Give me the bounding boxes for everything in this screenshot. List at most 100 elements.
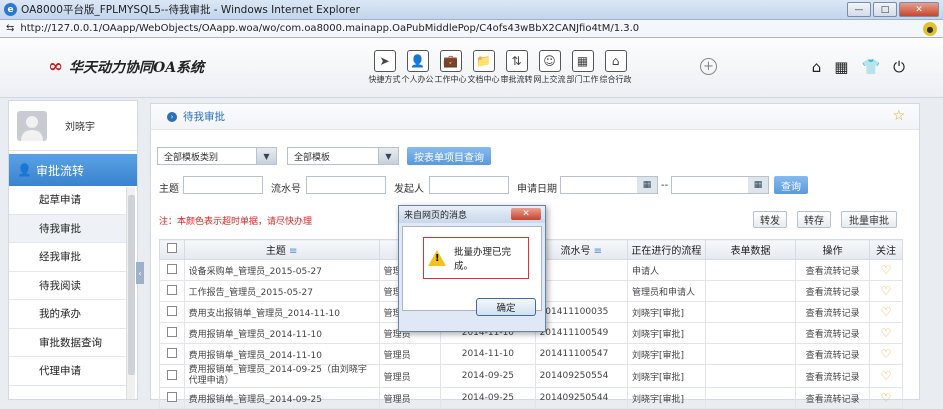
sidebar-item-draft[interactable]: 起草申请 bbox=[9, 186, 127, 215]
row-subject[interactable]: 设备采购单_管理员_2015-05-27 bbox=[183, 259, 380, 281]
ok-button[interactable]: 确定 bbox=[476, 298, 536, 316]
row-flow: 刘晓宇[审批] bbox=[626, 387, 706, 409]
heart-icon[interactable]: ♡ bbox=[869, 322, 903, 344]
skin-icon[interactable]: 👕 bbox=[861, 58, 880, 76]
col-serial[interactable]: 流水号 ≡ bbox=[534, 239, 628, 260]
row-initiator: 管理员 bbox=[378, 387, 442, 409]
collapse-sidebar-icon[interactable]: ‹ bbox=[136, 262, 144, 284]
flow-icon: ⇅ bbox=[505, 50, 528, 72]
row-checkbox[interactable] bbox=[159, 343, 185, 365]
address-url[interactable]: http://127.0.0.1/OAapp/WebObjects/OAapp.… bbox=[20, 23, 639, 34]
sidebar-item-query[interactable]: 审批数据查询 bbox=[9, 329, 127, 357]
nav-admin[interactable]: ⌂ 综合行政 bbox=[599, 50, 632, 85]
nav-chat[interactable]: ☺ 网上交流 bbox=[533, 50, 566, 85]
nav-docs[interactable]: 📁 文档中心 bbox=[467, 50, 500, 85]
heart-icon[interactable]: ♡ bbox=[869, 280, 903, 302]
row-subject[interactable]: 费用报销单_管理员_2014-11-10 bbox=[183, 343, 380, 365]
address-bar[interactable]: ⇆ http://127.0.0.1/OAapp/WebObjects/OAap… bbox=[0, 20, 943, 38]
grid-icon[interactable]: ▦ bbox=[834, 58, 848, 76]
row-checkbox[interactable] bbox=[159, 280, 185, 302]
sidebar-item-pending[interactable]: 待我审批 bbox=[9, 214, 127, 243]
subject-input[interactable] bbox=[183, 176, 263, 194]
sidebar-item-approved[interactable]: 经我审批 bbox=[9, 243, 127, 272]
calendar-icon[interactable]: ▦ bbox=[748, 177, 768, 193]
table-row[interactable]: 费用报销单_管理员_2014-09-25（由刘晓宇代理申请） 管理员 2014-09… bbox=[159, 364, 903, 388]
person-icon: 👤 bbox=[406, 50, 429, 72]
menu-header-approval[interactable]: 👤 审批流转 bbox=[9, 154, 137, 186]
view-log-link[interactable]: 查看流转记录 bbox=[795, 301, 871, 323]
initiator-input[interactable] bbox=[429, 176, 509, 194]
select-all-checkbox[interactable] bbox=[159, 239, 185, 260]
row-checkbox[interactable] bbox=[159, 259, 185, 281]
row-checkbox[interactable] bbox=[159, 387, 185, 409]
query-by-item-button[interactable]: 按表单项目查询 bbox=[407, 147, 491, 165]
sort-icon[interactable]: ≡ bbox=[289, 246, 297, 257]
dept-icon: ▦ bbox=[571, 50, 594, 72]
serial-input[interactable] bbox=[306, 176, 386, 194]
save-button[interactable]: 转存 bbox=[797, 211, 831, 228]
back-icon[interactable]: ⇆ bbox=[6, 23, 14, 34]
row-subject[interactable]: 费用支出报销单_管理员_2014-11-10 bbox=[183, 301, 380, 323]
row-subject[interactable]: 费用报销单_管理员_2014-11-10 bbox=[183, 322, 380, 344]
compat-icon[interactable]: ● bbox=[923, 22, 937, 36]
sidebar-scrollbar[interactable] bbox=[126, 187, 135, 399]
category-select[interactable]: 全部模板类别 ▼ bbox=[157, 147, 277, 165]
add-module-icon[interactable]: + bbox=[700, 58, 717, 75]
view-log-link[interactable]: 查看流转记录 bbox=[795, 259, 871, 281]
module-nav: ➤ 快捷方式 👤 个人办公 💼 工作中心 📁 文档中心 ⇅ 审批流转 ☺ 网上交流 ▦ 部门工… bbox=[368, 50, 632, 85]
nav-personal[interactable]: 👤 个人办公 bbox=[401, 50, 434, 85]
message-dialog: 来自网页的消息 ✕ ! 批量办理已完成。 确定 bbox=[398, 205, 546, 332]
view-log-link[interactable]: 查看流转记录 bbox=[795, 387, 871, 409]
sidebar-item-proxy[interactable]: 代理申请 bbox=[9, 357, 127, 386]
row-checkbox[interactable] bbox=[159, 301, 185, 323]
view-log-link[interactable]: 查看流转记录 bbox=[795, 322, 871, 344]
sidebar-item-toread[interactable]: 待我阅读 bbox=[9, 272, 127, 300]
calendar-icon[interactable]: ▦ bbox=[637, 177, 657, 193]
row-flow: 刘晓宇[审批] bbox=[626, 322, 706, 344]
table-row[interactable]: 费用报销单_管理员_2014-11-10 管理员 2014-11-10 2014111… bbox=[159, 343, 903, 365]
view-log-link[interactable]: 查看流转记录 bbox=[795, 343, 871, 365]
serial-label: 流水号 bbox=[271, 184, 301, 195]
close-window-button[interactable]: ✕ bbox=[899, 2, 939, 17]
chat-icon: ☺ bbox=[538, 50, 561, 72]
user-panel: 刘晓宇 bbox=[9, 101, 137, 151]
date-from-input[interactable]: ▦ bbox=[560, 176, 658, 194]
dialog-close-button[interactable]: ✕ bbox=[511, 208, 541, 220]
heart-icon[interactable]: ♡ bbox=[869, 301, 903, 323]
star-icon[interactable]: ☆ bbox=[892, 108, 905, 124]
date-to-input[interactable]: ▦ bbox=[671, 176, 769, 194]
batch-approve-button[interactable]: 批量审批 bbox=[841, 211, 897, 228]
sidebar-item-handled[interactable]: 我的承办 bbox=[9, 300, 127, 329]
forward-button[interactable]: 转发 bbox=[753, 211, 787, 228]
nav-approval[interactable]: ⇅ 审批流转 bbox=[500, 50, 533, 85]
col-follow: 关注 bbox=[869, 239, 903, 260]
table-row[interactable]: 费用报销单_管理员_2014-09-25 管理员 2014-09-25 2014092… bbox=[159, 387, 903, 409]
row-checkbox[interactable] bbox=[159, 364, 185, 388]
nav-quick[interactable]: ➤ 快捷方式 bbox=[368, 50, 401, 85]
col-subject[interactable]: 主题 ≡ bbox=[183, 239, 380, 260]
initiator-label: 发起人 bbox=[394, 184, 424, 195]
heart-icon[interactable]: ♡ bbox=[869, 259, 903, 281]
page-title: 待我审批 bbox=[183, 111, 225, 123]
row-subject[interactable]: 工作报告_管理员_2015-05-27 bbox=[183, 280, 380, 302]
header-tools: ⌂ ▦ 👕 ⏻ bbox=[812, 58, 905, 76]
heart-icon[interactable]: ♡ bbox=[869, 343, 903, 365]
nav-work[interactable]: 💼 工作中心 bbox=[434, 50, 467, 85]
home-icon[interactable]: ⌂ bbox=[812, 58, 822, 76]
maximize-button[interactable]: □ bbox=[873, 2, 897, 17]
row-checkbox[interactable] bbox=[159, 322, 185, 344]
view-log-link[interactable]: 查看流转记录 bbox=[795, 364, 871, 388]
row-serial: 201409250544 bbox=[534, 387, 628, 409]
nav-dept[interactable]: ▦ 部门工作 bbox=[566, 50, 599, 85]
view-log-link[interactable]: 查看流转记录 bbox=[795, 280, 871, 302]
heart-icon[interactable]: ♡ bbox=[869, 364, 903, 388]
power-icon[interactable]: ⏻ bbox=[893, 58, 905, 76]
minimize-button[interactable]: — bbox=[847, 2, 871, 17]
sort-icon[interactable]: ≡ bbox=[594, 246, 602, 257]
row-subject[interactable]: 费用报销单_管理员_2014-09-25（由刘晓宇代理申请） bbox=[183, 364, 380, 388]
template-select[interactable]: 全部模板 ▼ bbox=[287, 147, 399, 165]
search-button[interactable]: 查询 bbox=[774, 176, 808, 194]
heart-icon[interactable]: ♡ bbox=[869, 387, 903, 409]
row-serial bbox=[534, 259, 628, 281]
row-subject[interactable]: 费用报销单_管理员_2014-09-25 bbox=[183, 387, 380, 409]
